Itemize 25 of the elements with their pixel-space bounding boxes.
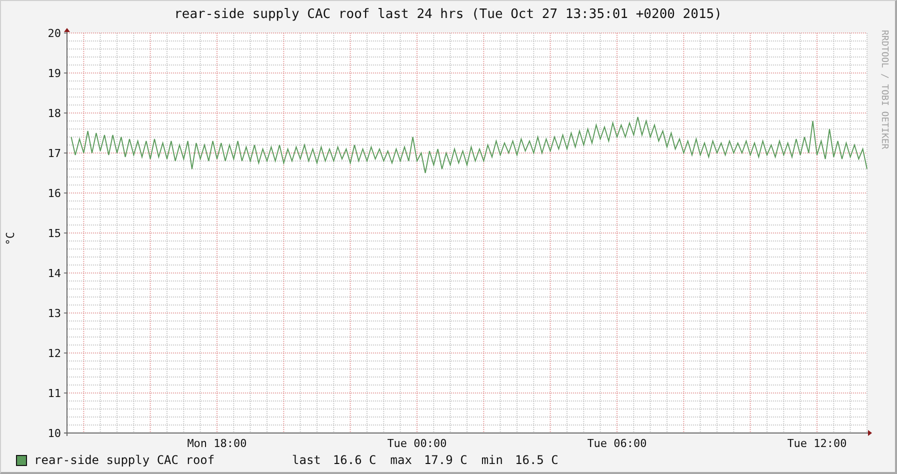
y-tick-label: 19 — [48, 67, 61, 80]
stat-label: min — [481, 453, 503, 467]
y-tick-label: 14 — [48, 267, 61, 280]
y-tick-label: 10 — [48, 427, 61, 440]
stat-label: max — [390, 453, 412, 467]
y-tick-label: 13 — [48, 307, 61, 320]
stat-value: 17.9 C — [424, 453, 468, 467]
stat-value: 16.6 C — [332, 453, 376, 467]
y-tick-label: 17 — [48, 147, 61, 160]
x-tick-label: Tue 12:00 — [787, 437, 847, 450]
y-tick-label: 20 — [48, 28, 61, 40]
y-tick-label: 18 — [48, 107, 61, 120]
chart-title: rear-side supply CAC roof last 24 hrs (Tue Oct 27 13:35:01 +0200 2015) — [173, 6, 723, 24]
y-tick-label: 15 — [48, 227, 61, 240]
credit-text: RRDTOOL / TOBI OETIKER — [879, 30, 889, 150]
legend-label: rear-side supply CAC roof — [34, 453, 216, 467]
stat-label: last — [292, 453, 321, 467]
x-tick-label: Tue 00:00 — [387, 437, 447, 450]
y-tick-label: 16 — [48, 187, 61, 200]
x-tick-label: Mon 18:00 — [187, 437, 247, 450]
y-tick-label: 12 — [48, 347, 61, 360]
x-tick-label: Tue 06:00 — [587, 437, 647, 450]
stat-value: 16.5 C — [515, 453, 558, 467]
y-axis-label: °C — [4, 232, 17, 246]
y-tick-label: 11 — [48, 387, 61, 400]
